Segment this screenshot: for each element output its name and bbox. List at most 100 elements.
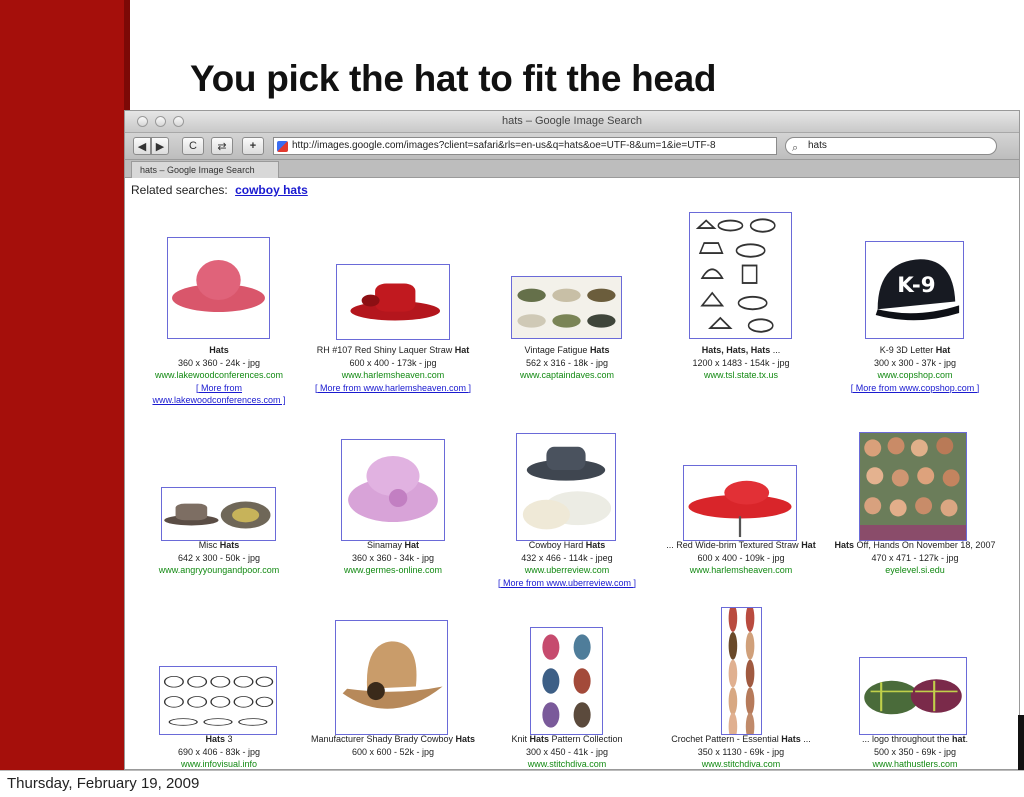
plaid-fedoras-thumbnail[interactable]	[161, 487, 276, 541]
result-host[interactable]: www.uberreview.com	[479, 564, 655, 577]
result-title-keyword: Hats	[205, 734, 225, 744]
search-input-value: hats	[808, 140, 827, 151]
result-host[interactable]: www.hathustlers.com	[827, 758, 1003, 769]
reload-button[interactable]: C	[182, 137, 204, 155]
back-button[interactable]: ◀	[133, 137, 151, 155]
result-title[interactable]: Knit Hats Pattern Collection	[479, 733, 655, 746]
page-content: Related searches: cowboy hats Hats 360 x …	[125, 180, 1019, 769]
result-host[interactable]: www.harlemsheaven.com	[305, 369, 481, 382]
result-host[interactable]: www.stitchdiva.com	[653, 758, 829, 769]
result-title-post: ...	[770, 345, 781, 355]
result-caption: Hats, Hats, Hats ... 1200 x 1483 - 154k -…	[653, 344, 829, 382]
result-meta: 350 x 1130 - 69k - jpg	[697, 746, 785, 757]
address-bar[interactable]: http://images.google.com/images?client=s…	[273, 137, 777, 155]
result-title-keyword: Hats	[781, 734, 801, 744]
result-title[interactable]: Hats 3	[131, 733, 307, 746]
result-title-keyword: Hats	[455, 734, 476, 744]
result-title[interactable]: Hats Off, Hands On November 18, 2007	[827, 539, 1003, 552]
result-title-keyword: Hats	[589, 345, 610, 355]
result-title[interactable]: Cowboy Hard Hats	[479, 539, 655, 552]
svg-text:K-9: K-9	[897, 273, 935, 298]
snapback-button[interactable]: ⇄	[211, 137, 233, 155]
plaid-caps-thumbnail[interactable]	[859, 657, 967, 735]
result-host[interactable]: www.captaindaves.com	[479, 369, 655, 382]
result-host[interactable]: www.stitchdiva.com	[479, 758, 655, 769]
result-host[interactable]: www.copshop.com	[827, 369, 1003, 382]
result-title-pre: Vintage Fatigue	[524, 345, 590, 355]
browser-window: hats – Google Image Search ◀ ▶ C ⇄ + htt…	[124, 110, 1020, 770]
result-title-keyword: Hat	[935, 345, 951, 355]
result-title-post: Pattern Collection	[548, 734, 623, 744]
tab-bar: hats – Google Image Search	[125, 160, 1019, 178]
crochet-pattern-thumbnail[interactable]	[721, 607, 762, 735]
tab-google-image-search[interactable]: hats – Google Image Search	[131, 161, 279, 178]
red-straw-hat-thumbnail[interactable]	[336, 264, 450, 340]
result-host[interactable]: www.angryyoungandpoor.com	[131, 564, 307, 577]
more-from-link[interactable]: [ More from www.uberreview.com ]	[479, 577, 655, 590]
result-title[interactable]: Manufacturer Shady Brady Cowboy Hats	[305, 733, 481, 746]
result-title-keyword: Hats	[585, 540, 606, 550]
search-input[interactable]: ⌕ hats	[785, 137, 997, 155]
result-title-keyword: Hats	[209, 345, 229, 355]
result-host[interactable]: www.lakewoodconferences.com	[131, 369, 307, 382]
result-caption: Misc Hats 642 x 300 - 50k - jpg www.angryy…	[131, 539, 307, 577]
footer-date: Thursday, February 19, 2009	[7, 775, 200, 792]
more-from-link[interactable]: [ More from www.harlemsheaven.com ]	[305, 382, 481, 395]
cowboy-hard-hats-thumbnail[interactable]	[516, 433, 616, 541]
result-caption: K-9 3D Letter Hat 300 x 300 - 37k - jpg ww…	[827, 344, 1003, 394]
more-from-link[interactable]: [ More from www.lakewoodconferences.com …	[131, 382, 307, 407]
result-host[interactable]: www.tsl.state.tx.us	[653, 369, 829, 382]
result-caption: Crochet Pattern - Essential Hats ... 350 …	[653, 733, 829, 769]
fatigue-caps-thumbnail[interactable]	[511, 276, 622, 339]
result-meta: 1200 x 1483 - 154k - jpg	[692, 357, 790, 368]
result-title[interactable]: ... Red Wide-brim Textured Straw Hat	[653, 539, 829, 552]
result-title[interactable]: Vintage Fatigue Hats	[479, 344, 655, 357]
add-bookmark-button[interactable]: +	[242, 137, 264, 155]
result-title-keyword: Hats	[529, 734, 549, 744]
more-from-link[interactable]: [ More from www.copshop.com ]	[827, 382, 1003, 395]
result-title-post: Off, Hands On November 18, 2007	[854, 540, 996, 550]
result-caption: Cowboy Hard Hats 432 x 466 - 114k - jpeg w…	[479, 539, 655, 589]
result-title[interactable]: Misc Hats	[131, 539, 307, 552]
result-title-pre: ... Red Wide-brim Textured Straw	[666, 540, 802, 550]
related-searches: Related searches: cowboy hats	[131, 183, 308, 197]
window-titlebar: hats – Google Image Search	[125, 111, 1019, 133]
result-caption: Manufacturer Shady Brady Cowboy Hats 600 …	[305, 733, 481, 758]
straw-cowboy-hat-thumbnail[interactable]	[335, 620, 448, 735]
result-title[interactable]: K-9 3D Letter Hat	[827, 344, 1003, 357]
result-caption: Knit Hats Pattern Collection 300 x 450 - …	[479, 733, 655, 769]
pink-hat-thumbnail[interactable]	[167, 237, 270, 339]
hat-drawings-thumbnail[interactable]	[159, 666, 277, 735]
result-title[interactable]: Crochet Pattern - Essential Hats ...	[653, 733, 829, 746]
result-meta: 600 x 400 - 109k - jpg	[697, 552, 785, 563]
red-wide-brim-hat-thumbnail[interactable]	[683, 465, 797, 541]
result-title-keyword: Hats	[219, 540, 240, 550]
knit-hats-thumbnail[interactable]	[530, 627, 603, 735]
result-meta: 432 x 466 - 114k - jpeg	[521, 552, 613, 563]
result-title[interactable]: Sinamay Hat	[305, 539, 481, 552]
k9-cap-thumbnail[interactable]: K-9	[865, 241, 964, 339]
related-link-cowboy-hats[interactable]: cowboy hats	[235, 183, 308, 197]
result-host[interactable]: www.infovisual.info	[131, 758, 307, 769]
result-host[interactable]: www.harlemsheaven.com	[653, 564, 829, 577]
forward-button[interactable]: ▶	[151, 137, 169, 155]
hat-sketches-thumbnail[interactable]	[689, 212, 792, 339]
result-caption: Hats 360 x 360 - 24k - jpg www.lakewoodcon…	[131, 344, 307, 407]
result-host[interactable]: eyelevel.si.edu	[827, 564, 1003, 577]
result-meta: 600 x 600 - 52k - jpg	[351, 746, 435, 757]
result-host[interactable]: www.germes-online.com	[305, 564, 481, 577]
result-meta: 642 x 300 - 50k - jpg	[177, 552, 261, 563]
result-title-pre: RH #107 Red Shiny Laquer Straw	[316, 345, 455, 355]
result-title-post: ...	[800, 734, 811, 744]
crowd-photo-thumbnail[interactable]	[859, 432, 967, 541]
result-meta: 500 x 350 - 69k - jpg	[873, 746, 957, 757]
result-title-pre: Misc	[198, 540, 220, 550]
result-title-pre: K-9 3D Letter	[879, 345, 936, 355]
sinamay-hat-thumbnail[interactable]	[341, 439, 445, 541]
result-title[interactable]: RH #107 Red Shiny Laquer Straw Hat	[305, 344, 481, 357]
result-meta: 562 x 316 - 18k - jpg	[525, 357, 609, 368]
result-title[interactable]: Hats	[131, 344, 307, 357]
result-title[interactable]: ... logo throughout the hat.	[827, 733, 1003, 746]
result-caption: Vintage Fatigue Hats 562 x 316 - 18k - jp…	[479, 344, 655, 382]
result-title[interactable]: Hats, Hats, Hats ...	[653, 344, 829, 357]
